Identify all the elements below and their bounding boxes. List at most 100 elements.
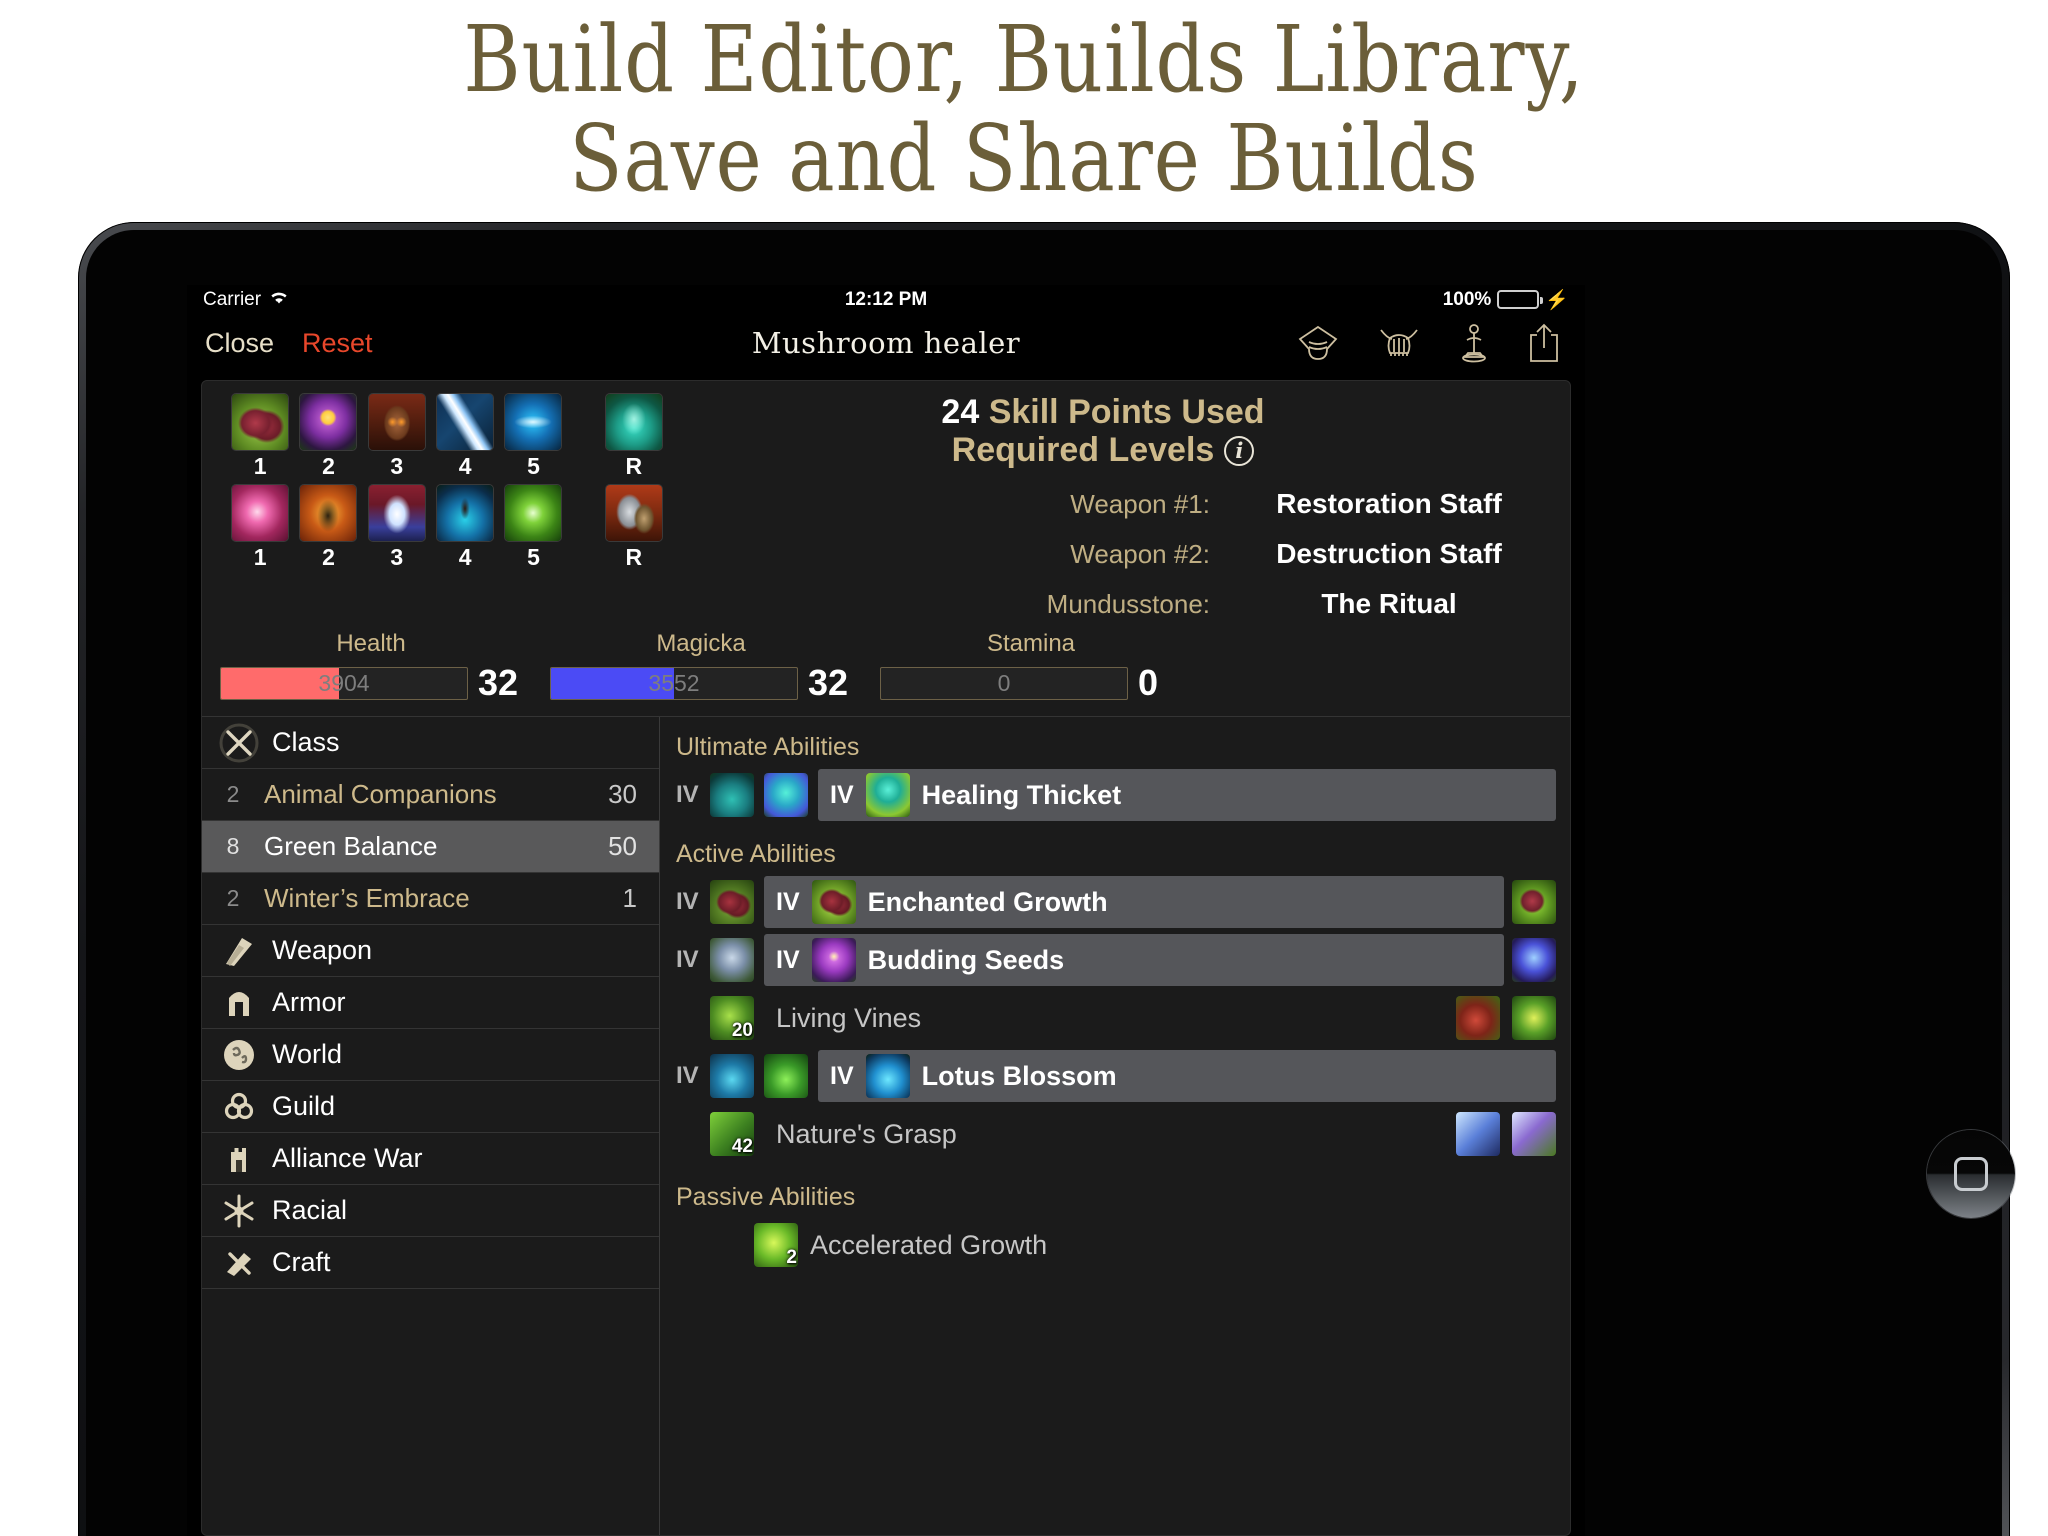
lotus-of-life-icon[interactable] [764, 773, 808, 818]
required-levels-line[interactable]: Required Levels i [672, 431, 1534, 470]
healing-thicket-name: Healing Thicket [921, 779, 1122, 810]
status-bar-right: 100% ⚡ [1443, 288, 1569, 312]
share-icon[interactable] [1527, 322, 1561, 364]
home-button[interactable] [1927, 1130, 2015, 1218]
skillbar2-slot-3[interactable]: 3 [367, 484, 427, 571]
sidebar-item-class[interactable]: Class [202, 717, 659, 770]
skillbar1-slot-4[interactable]: 4 [435, 393, 495, 480]
skillbar1-ultimate-slot[interactable]: R [604, 393, 664, 480]
sidebar-item-world[interactable]: World [202, 1029, 659, 1082]
sidebar-item-alliance-war[interactable]: Alliance War [202, 1133, 659, 1186]
ability-row-healing-thicket[interactable]: IV IV Healing Thicket [676, 768, 1556, 822]
sidebar-item-guild[interactable]: Guild [202, 1081, 659, 1134]
skill-points-label: Skill Points Used [988, 393, 1265, 431]
weapon-1-row[interactable]: Weapon #1: Restoration Staff [672, 488, 1534, 520]
skillbar1-slot-3[interactable]: 3 [367, 393, 427, 480]
natures-grasp-morph-b-icon[interactable] [1512, 1112, 1556, 1157]
ability-pane: Ultimate Abilities IV IV Healing Thicket… [660, 717, 1570, 1535]
natures-grasp-main[interactable]: Nature's Grasp [764, 1108, 1448, 1160]
sidebar-item-craft[interactable]: Craft [202, 1237, 659, 1290]
living-vines-icon[interactable]: 20 [710, 996, 754, 1041]
mundusstone-value: The Ritual [1321, 588, 1457, 620]
health-group: Health 3904 32 [220, 630, 522, 704]
weapon-2-key: Weapon #2: [1070, 539, 1210, 570]
animal-companions-label: Animal Companions [264, 779, 497, 810]
healing-thicket-base-icon[interactable] [710, 773, 754, 818]
info-icon[interactable]: i [1224, 435, 1255, 466]
ability-row-living-vines[interactable]: 20 Living Vines [676, 991, 1556, 1045]
enchanted-growth-selected[interactable]: IV Enchanted Growth [764, 876, 1504, 929]
skillbar1-slot-2-label: 2 [322, 453, 335, 479]
skillbar1-slot-1[interactable]: 1 [230, 393, 290, 480]
ability-row-natures-grasp[interactable]: 42 Nature's Grasp [676, 1107, 1556, 1161]
sidebar-item-weapon[interactable]: Weapon [202, 925, 659, 978]
ability-row-lotus-blossom[interactable]: IV IV Lotus Blossom [676, 1049, 1556, 1103]
build-panel: 1 2 3 4 5 R 1 2 3 4 5 R 24 Skill Points … [201, 380, 1571, 1536]
healing-thicket-icon [865, 773, 910, 818]
racial-label: Racial [272, 1195, 348, 1226]
hood-icon[interactable] [1297, 324, 1339, 362]
weapon-1-key: Weapon #1: [1070, 489, 1210, 520]
health-slider[interactable]: 3904 [220, 666, 468, 700]
ability-row-enchanted-growth[interactable]: IV IV Enchanted Growth [676, 875, 1556, 929]
headline-line-1: Build Editor, Builds Library, [463, 6, 1585, 113]
skillbar2-ultimate-slot[interactable]: R [604, 484, 664, 571]
magicka-slider[interactable]: 3552 [550, 666, 798, 700]
skillbar2-slot-1[interactable]: 1 [230, 484, 290, 571]
weapon-2-row[interactable]: Weapon #2: Destruction Staff [672, 538, 1534, 570]
top-section: 1 2 3 4 5 R 1 2 3 4 5 R 24 Skill Points … [202, 381, 1570, 626]
healing-thicket-selected[interactable]: IV Healing Thicket [818, 769, 1556, 822]
living-vines-morph-b-icon[interactable] [1512, 996, 1556, 1041]
craft-icon [218, 1242, 260, 1284]
natures-grasp-morph-a-icon[interactable] [1456, 1112, 1500, 1157]
weapon-icon [218, 930, 260, 972]
ability-row-budding-seeds[interactable]: IV IV Budding Seeds [676, 933, 1556, 987]
lotus-blossom-base-icon[interactable] [710, 1054, 754, 1099]
budding-seeds-morph-icon[interactable] [1512, 938, 1556, 983]
lotus-blossom-icon [865, 1054, 910, 1099]
skillbar1-slot-2[interactable]: 2 [298, 393, 358, 480]
mundusstone-row[interactable]: Mundusstone: The Ritual [672, 588, 1534, 620]
natures-grasp-icon[interactable]: 42 [710, 1112, 754, 1157]
home-button-square-icon [1954, 1157, 1988, 1191]
guild-icon [218, 1086, 260, 1128]
health-label: Health [336, 630, 406, 658]
skillbar2-slot-5[interactable]: 5 [503, 484, 563, 571]
required-levels-label: Required Levels [951, 431, 1215, 470]
mundus-stone-icon[interactable] [1459, 323, 1489, 363]
sidebar-item-racial[interactable]: Racial [202, 1185, 659, 1238]
skillbar2-slot-4[interactable]: 4 [435, 484, 495, 571]
green-balance-label: Green Balance [264, 831, 438, 862]
skillbar1-slot-1-label: 1 [253, 453, 267, 479]
mushroom-base-icon[interactable] [710, 880, 754, 925]
horned-helm-icon[interactable] [1377, 326, 1421, 360]
living-vines-main[interactable]: Living Vines [764, 992, 1448, 1044]
sidebar-item-green-balance[interactable]: 8 Green Balance 50 [202, 821, 659, 874]
blue-strike-icon [436, 393, 495, 451]
enchanted-growth-morph-icon[interactable] [1512, 880, 1556, 925]
active-section-label: Active Abilities [676, 840, 836, 869]
budding-seeds-selected[interactable]: IV Budding Seeds [764, 934, 1504, 987]
pink-burst-icon [231, 484, 290, 542]
sidebar-item-winters-embrace[interactable]: 2 Winter’s Embrace 1 [202, 873, 659, 926]
accelerated-growth-icon[interactable]: 2 [754, 1223, 798, 1268]
budding-seeds-base-icon[interactable] [710, 938, 754, 983]
magicka-label: Magicka [656, 630, 746, 658]
close-button[interactable]: Close [205, 328, 274, 359]
ability-row-accelerated-growth[interactable]: 2 Accelerated Growth [676, 1218, 1556, 1272]
living-vines-badge: 20 [731, 1020, 753, 1041]
skillbar2-slot-2[interactable]: 2 [298, 484, 358, 571]
sidebar-item-armor[interactable]: Armor [202, 977, 659, 1030]
health-row: 3904 32 [220, 662, 522, 704]
alliance-war-label: Alliance War [272, 1143, 423, 1174]
green-lotus-icon[interactable] [764, 1054, 808, 1099]
stamina-slider[interactable]: 0 [880, 666, 1128, 700]
water-figure-icon [436, 484, 495, 542]
living-vines-morph-a-icon[interactable] [1456, 996, 1500, 1041]
lotus-blossom-selected[interactable]: IV Lotus Blossom [818, 1050, 1556, 1103]
skillbar1-slot-5[interactable]: 5 [503, 393, 563, 480]
sidebar-item-animal-companions[interactable]: 2 Animal Companions 30 [202, 769, 659, 822]
winters-embrace-rank: 2 [226, 885, 240, 912]
reset-button[interactable]: Reset [302, 328, 373, 359]
atronach-icon [299, 484, 358, 542]
